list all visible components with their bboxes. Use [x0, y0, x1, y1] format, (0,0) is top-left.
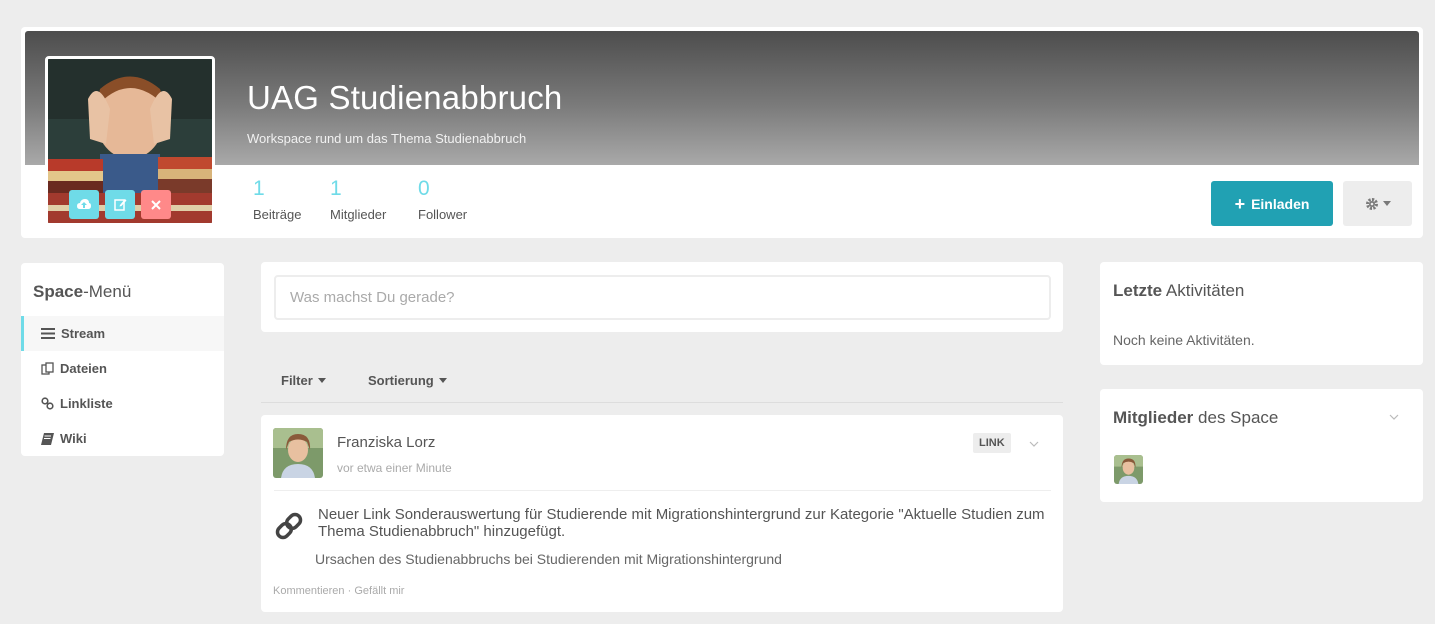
activities-empty-text: Noch keine Aktivitäten. [1113, 332, 1255, 348]
filter-dropdown[interactable]: Filter [281, 373, 326, 388]
caret-down-icon [438, 378, 447, 383]
post-author[interactable]: Franziska Lorz [337, 434, 435, 451]
chevron-down-icon[interactable] [1389, 414, 1399, 420]
stream-filter-bar: Filter Sortierung [261, 365, 1063, 403]
menu-item-linklist[interactable]: Linkliste [21, 386, 224, 421]
separator: · [347, 585, 352, 597]
menu-item-label: Linkliste [60, 396, 113, 411]
menu-item-label: Dateien [60, 361, 107, 376]
cloud-upload-icon [77, 199, 91, 209]
stat-members[interactable]: 1 Mitglieder [330, 177, 386, 222]
plus-icon: + [1234, 193, 1246, 214]
gear-icon [1365, 197, 1378, 210]
post-composer: Was machst Du gerade? [261, 262, 1063, 332]
space-title: UAG Studienabbruch [247, 79, 563, 116]
caret-down-icon [1382, 201, 1391, 206]
filter-label: Filter [281, 373, 313, 388]
post-input[interactable]: Was machst Du gerade? [274, 275, 1051, 320]
stat-value: 1 [253, 177, 265, 200]
stream-post: Franziska Lorz vor etwa einer Minute LIN… [261, 415, 1063, 612]
members-panel: Mitglieder des Space [1100, 389, 1423, 502]
stat-label: Mitglieder [330, 207, 387, 222]
space-banner [25, 31, 1419, 165]
menu-item-label: Stream [61, 326, 106, 341]
stat-followers[interactable]: 0 Follower [418, 177, 467, 222]
stat-posts[interactable]: 1 Beiträge [253, 177, 301, 222]
space-menu-title: Space-Menü [33, 282, 132, 301]
stat-value: 1 [330, 177, 342, 200]
menu-item-files[interactable]: Dateien [21, 351, 224, 386]
close-icon [151, 199, 161, 210]
list-icon [41, 328, 55, 339]
edit-image-button[interactable] [105, 190, 135, 219]
post-message: Neuer Link Sonderauswertung für Studiere… [318, 506, 1045, 540]
book-icon [41, 432, 54, 445]
edit-icon [113, 199, 126, 211]
activities-title: Letzte Aktivitäten [1113, 281, 1245, 300]
link-icon [275, 512, 303, 540]
like-link[interactable]: Gefällt mir [354, 585, 404, 597]
stat-value: 0 [418, 177, 430, 200]
member-avatar[interactable] [1114, 455, 1143, 484]
post-link-description: Ursachen des Studienabbruchs bei Studier… [315, 551, 782, 567]
post-timestamp[interactable]: vor etwa einer Minute [337, 461, 452, 475]
chevron-down-icon[interactable] [1029, 441, 1039, 447]
files-icon [41, 362, 54, 375]
invite-label: Einladen [1251, 195, 1310, 212]
space-header: UAG Studienabbruch Workspace rund um das… [21, 27, 1423, 238]
menu-item-wiki[interactable]: Wiki [21, 421, 224, 456]
comment-link[interactable]: Kommentieren [273, 585, 345, 597]
stat-label: Follower [418, 207, 468, 222]
author-avatar[interactable] [273, 428, 323, 478]
sort-label: Sortierung [368, 373, 434, 388]
upload-image-button[interactable] [69, 190, 99, 219]
members-title: Mitglieder des Space [1113, 408, 1279, 427]
space-settings-dropdown[interactable] [1343, 181, 1412, 226]
menu-item-label: Wiki [60, 431, 87, 446]
menu-item-stream[interactable]: Stream [21, 316, 224, 351]
divider [274, 490, 1051, 491]
post-actions: Kommentieren · Gefällt mir [273, 585, 404, 597]
link-icon [41, 397, 54, 410]
delete-image-button[interactable] [141, 190, 171, 219]
space-description: Workspace rund um das Thema Studienabbru… [247, 131, 527, 146]
stat-label: Beiträge [253, 207, 302, 222]
sort-dropdown[interactable]: Sortierung [368, 373, 447, 388]
invite-button[interactable]: + Einladen [1211, 181, 1333, 226]
post-type-badge: LINK [973, 433, 1011, 453]
space-menu: Space-Menü Stream Dateien Linkliste Wiki [21, 263, 224, 456]
activities-panel: Letzte Aktivitäten Noch keine Aktivitäte… [1100, 262, 1423, 365]
caret-down-icon [317, 378, 326, 383]
